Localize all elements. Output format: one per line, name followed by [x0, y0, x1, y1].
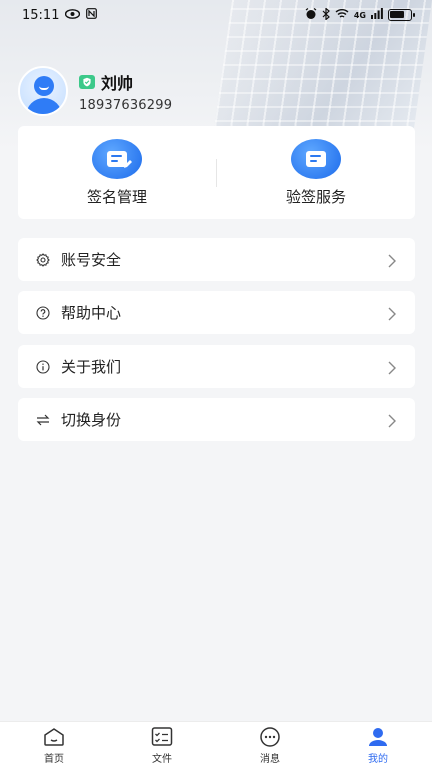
- nav-mine[interactable]: 我的: [324, 722, 432, 768]
- question-circle-icon: [35, 305, 51, 321]
- menu-label: 切换身份: [61, 411, 122, 429]
- wifi-icon: [335, 8, 349, 22]
- battery-icon: [388, 9, 415, 21]
- nfc-icon: [86, 7, 98, 23]
- sign-management-button[interactable]: 签名管理: [18, 138, 216, 207]
- chevron-right-icon: [387, 413, 397, 427]
- chevron-right-icon: [387, 253, 397, 267]
- user-name: 刘帅: [101, 73, 134, 93]
- bottom-navigation: 首页 文件 消息 我的: [0, 721, 432, 768]
- signal-icon: [371, 8, 383, 22]
- menu-item-about-us[interactable]: 关于我们: [18, 345, 415, 388]
- verify-service-button[interactable]: 验签服务: [217, 138, 415, 207]
- user-icon: [366, 726, 390, 748]
- verify-document-icon: [291, 138, 341, 179]
- file-checklist-icon: [150, 726, 174, 748]
- bluetooth-icon: [322, 6, 330, 23]
- swap-arrows-icon: [35, 412, 51, 428]
- status-bar: 15:11 4G: [0, 0, 432, 30]
- nav-label: 消息: [260, 753, 280, 765]
- home-icon: [42, 726, 66, 748]
- user-phone: 18937636299: [79, 97, 173, 113]
- user-profile[interactable]: 刘帅 18937636299: [18, 66, 172, 116]
- service-card: 签名管理 验签服务: [18, 126, 415, 219]
- menu-label: 账号安全: [61, 251, 122, 269]
- info-circle-icon: [35, 359, 51, 375]
- alarm-icon: [305, 7, 317, 23]
- nav-label: 文件: [152, 753, 172, 765]
- menu-label: 帮助中心: [61, 304, 122, 322]
- nav-files[interactable]: 文件: [108, 722, 216, 768]
- sign-document-icon: [92, 138, 142, 179]
- shield-check-icon: [79, 74, 95, 89]
- nav-home[interactable]: 首页: [0, 722, 108, 768]
- avatar[interactable]: [18, 66, 68, 116]
- status-time: 15:11: [22, 7, 60, 23]
- eye-icon: [65, 8, 81, 23]
- gear-icon: [35, 252, 51, 268]
- menu-item-account-security[interactable]: 账号安全: [18, 238, 415, 281]
- menu-item-switch-identity[interactable]: 切换身份: [18, 398, 415, 441]
- sign-management-label: 签名管理: [86, 187, 147, 206]
- chevron-right-icon: [387, 360, 397, 374]
- menu-item-help-center[interactable]: 帮助中心: [18, 291, 415, 334]
- network-label: 4G: [353, 10, 366, 20]
- nav-messages[interactable]: 消息: [216, 722, 324, 768]
- message-dots-icon: [258, 726, 282, 748]
- nav-label: 首页: [44, 753, 64, 765]
- verify-service-label: 验签服务: [285, 187, 346, 206]
- menu-label: 关于我们: [61, 358, 122, 376]
- chevron-right-icon: [387, 306, 397, 320]
- nav-label: 我的: [368, 753, 388, 765]
